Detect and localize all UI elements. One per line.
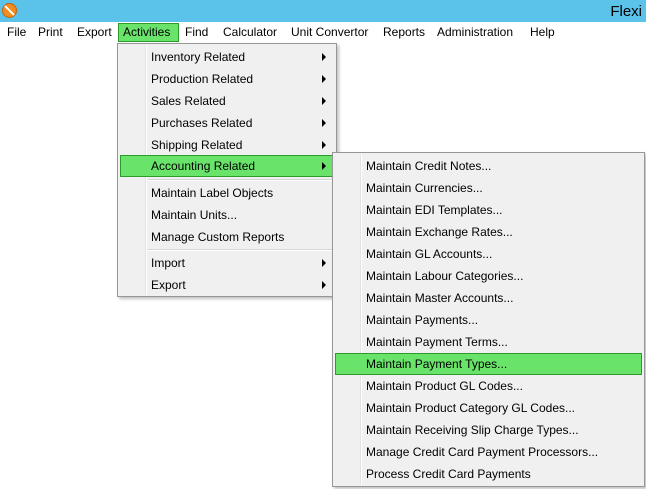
submenu-arrow-icon: [322, 141, 326, 149]
submenu-arrow-icon: [322, 75, 326, 83]
menu-item-manage-custom-reports[interactable]: Manage Custom Reports: [120, 226, 334, 248]
menu-item-maintain-payment-terms[interactable]: Maintain Payment Terms...: [335, 331, 642, 353]
app-logo-icon: [2, 3, 17, 18]
title-bar: Flexi: [0, 0, 646, 22]
menu-bar: File Print Export Activities Find Calcul…: [0, 22, 646, 43]
menu-item-maintain-product-gl-codes[interactable]: Maintain Product GL Codes...: [335, 375, 642, 397]
menu-export[interactable]: Export: [72, 23, 117, 42]
menu-item-maintain-credit-notes[interactable]: Maintain Credit Notes...: [335, 155, 642, 177]
menu-item-maintain-labour-categories[interactable]: Maintain Labour Categories...: [335, 265, 642, 287]
menu-item-import[interactable]: Import: [120, 252, 334, 274]
menu-item-export[interactable]: Export: [120, 274, 334, 296]
menu-help[interactable]: Help: [525, 23, 560, 42]
menu-item-maintain-label-objects[interactable]: Maintain Label Objects: [120, 182, 334, 204]
menu-activities[interactable]: Activities: [118, 23, 179, 42]
menu-find[interactable]: Find: [180, 23, 213, 42]
menu-item-shipping-related[interactable]: Shipping Related: [120, 134, 334, 156]
menu-item-accounting-related[interactable]: Accounting Related: [120, 155, 334, 177]
menu-item-maintain-units[interactable]: Maintain Units...: [120, 204, 334, 226]
menu-print[interactable]: Print: [33, 23, 68, 42]
menu-item-sales-related[interactable]: Sales Related: [120, 90, 334, 112]
submenu-arrow-icon: [322, 119, 326, 127]
menu-item-maintain-payment-types[interactable]: Maintain Payment Types...: [335, 353, 642, 375]
window-title: Flexi: [610, 3, 642, 20]
menu-reports[interactable]: Reports: [378, 23, 430, 42]
menu-administration[interactable]: Administration: [432, 23, 518, 42]
menu-file[interactable]: File: [2, 23, 31, 42]
menu-item-inventory-related[interactable]: Inventory Related: [120, 46, 334, 68]
menu-item-maintain-master-accounts[interactable]: Maintain Master Accounts...: [335, 287, 642, 309]
menu-item-purchases-related[interactable]: Purchases Related: [120, 112, 334, 134]
menu-unit-convertor[interactable]: Unit Convertor: [286, 23, 373, 42]
menu-item-production-related[interactable]: Production Related: [120, 68, 334, 90]
menu-separator: [148, 249, 332, 251]
activities-dropdown: Inventory Related Production Related Sal…: [117, 43, 337, 297]
submenu-arrow-icon: [322, 97, 326, 105]
menu-item-manage-credit-card-payment-processors[interactable]: Manage Credit Card Payment Processors...: [335, 441, 642, 463]
menu-separator: [148, 179, 332, 181]
menu-item-maintain-receiving-slip-charge-types[interactable]: Maintain Receiving Slip Charge Types...: [335, 419, 642, 441]
menu-item-maintain-exchange-rates[interactable]: Maintain Exchange Rates...: [335, 221, 642, 243]
menu-item-process-credit-card-payments[interactable]: Process Credit Card Payments: [335, 463, 642, 485]
menu-item-maintain-product-category-gl-codes[interactable]: Maintain Product Category GL Codes...: [335, 397, 642, 419]
menu-item-maintain-gl-accounts[interactable]: Maintain GL Accounts...: [335, 243, 642, 265]
submenu-arrow-icon: [322, 53, 326, 61]
menu-calculator[interactable]: Calculator: [218, 23, 282, 42]
submenu-arrow-icon: [322, 259, 326, 267]
menu-item-maintain-payments[interactable]: Maintain Payments...: [335, 309, 642, 331]
accounting-submenu: Maintain Credit Notes... Maintain Curren…: [332, 152, 645, 487]
submenu-arrow-icon: [322, 162, 326, 170]
menu-item-maintain-edi-templates[interactable]: Maintain EDI Templates...: [335, 199, 642, 221]
submenu-arrow-icon: [322, 281, 326, 289]
menu-item-maintain-currencies[interactable]: Maintain Currencies...: [335, 177, 642, 199]
